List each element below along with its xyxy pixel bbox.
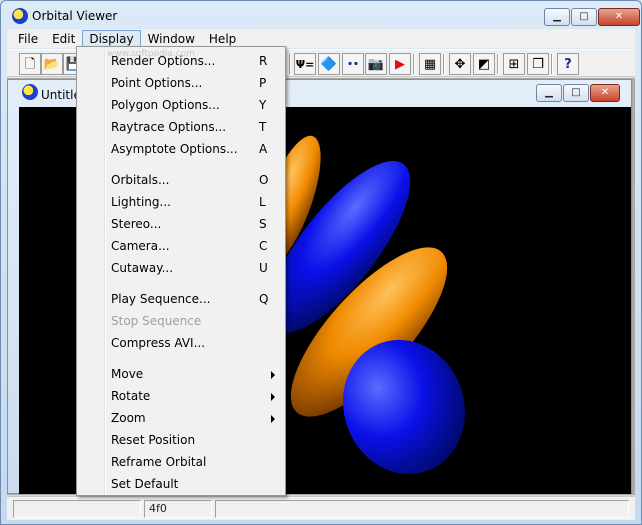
menu-item-label: Stereo... <box>111 217 162 231</box>
toolbar-separator <box>551 54 553 74</box>
menu-item-shortcut: A <box>259 142 268 156</box>
open-folder-icon[interactable]: 📂 <box>41 53 63 75</box>
display-menu: www.softpedia.com Render Options... R Poin… <box>76 46 286 496</box>
orbital-app-icon[interactable] <box>12 8 28 24</box>
menu-item-stop-sequence: Stop Sequence <box>79 310 283 332</box>
submenu-arrow-icon <box>271 393 275 401</box>
menu-item-orbitals[interactable]: Orbitals... O <box>79 169 283 191</box>
menu-item-zoom[interactable]: Zoom <box>79 407 283 429</box>
menu-item-asymptote-options[interactable]: Asymptote Options... A <box>79 138 283 160</box>
menu-item-label: Reset Position <box>111 433 196 447</box>
document-maximize-button[interactable]: □ <box>563 84 589 102</box>
window-title: Orbital Viewer <box>32 9 118 23</box>
menu-item-label: Set Default <box>111 477 179 491</box>
menu-item-play-sequence[interactable]: Play Sequence... Q <box>79 288 283 310</box>
toolbar-separator <box>443 54 445 74</box>
menu-item-shortcut: Q <box>259 292 269 306</box>
menu-item-shortcut: U <box>259 261 268 275</box>
menu-item-label: Polygon Options... <box>111 98 220 112</box>
color-palette-icon[interactable]: ▦ <box>419 53 441 75</box>
close-button[interactable]: ✕ <box>598 8 640 26</box>
toolbar-separator <box>289 54 291 74</box>
menu-item-label: Stop Sequence <box>111 314 202 328</box>
menu-item-label: Compress AVI... <box>111 336 206 350</box>
tile-horizontal-icon[interactable]: ⊞ <box>503 53 525 75</box>
document-close-button[interactable]: ✕ <box>590 84 620 102</box>
menu-item-label: Camera... <box>111 239 170 253</box>
menu-item-label: Lighting... <box>111 195 171 209</box>
maximize-button[interactable]: □ <box>571 8 597 26</box>
status-bar: 4f0 <box>7 496 635 520</box>
menu-item-shortcut: O <box>259 173 269 187</box>
psi-function-icon[interactable]: Ψ= <box>294 53 316 75</box>
menu-item-rotate[interactable]: Rotate <box>79 385 283 407</box>
camera-icon[interactable]: 📷 <box>365 53 387 75</box>
submenu-arrow-icon <box>271 415 275 423</box>
record-icon[interactable]: ▶ <box>389 53 411 75</box>
minimize-button[interactable]: ▁ <box>544 8 570 26</box>
title-bar[interactable]: Orbital Viewer ▁ □ ✕ <box>1 1 641 31</box>
menu-item-label: Asymptote Options... <box>111 142 238 156</box>
menu-window[interactable]: Window <box>141 30 202 47</box>
menu-item-compress-avi[interactable]: Compress AVI... <box>79 332 283 354</box>
menu-item-label: Move <box>111 367 144 381</box>
menu-item-move[interactable]: Move <box>79 363 283 385</box>
menu-item-label: Zoom <box>111 411 146 425</box>
status-pane-extra <box>215 500 629 518</box>
status-pane-orbital: 4f0 <box>144 500 212 518</box>
menu-item-reset-position[interactable]: Reset Position <box>79 429 283 451</box>
cascade-icon[interactable]: ❐ <box>527 53 549 75</box>
move-arrows-icon[interactable]: ✥ <box>449 53 471 75</box>
menu-help[interactable]: Help <box>202 30 243 47</box>
menu-display[interactable]: Display <box>82 30 141 47</box>
menu-item-label: Orbitals... <box>111 173 170 187</box>
status-pane-main <box>13 500 141 518</box>
menu-item-cutaway[interactable]: Cutaway... U <box>79 257 283 279</box>
menu-item-shortcut: P <box>259 76 267 90</box>
toolbar-separator <box>413 54 415 74</box>
new-file-icon[interactable]: 🗋 <box>19 53 41 75</box>
menu-item-camera[interactable]: Camera... C <box>79 235 283 257</box>
prism-icon[interactable]: 🔷 <box>318 53 340 75</box>
menu-item-label: Render Options... <box>111 54 216 68</box>
menu-item-stereo[interactable]: Stereo... S <box>79 213 283 235</box>
window-controls: ▁ □ ✕ <box>544 8 640 26</box>
menu-item-polygon-options[interactable]: Polygon Options... Y <box>79 94 283 116</box>
menu-item-lighting[interactable]: Lighting... L <box>79 191 283 213</box>
document-title: Untitle <box>41 88 81 102</box>
menu-item-shortcut: C <box>259 239 268 253</box>
help-icon[interactable]: ? <box>557 53 579 75</box>
menu-file[interactable]: File <box>11 30 45 47</box>
submenu-arrow-icon <box>271 371 275 379</box>
menu-item-render-options[interactable]: Render Options... R <box>79 50 283 72</box>
menu-item-label: Cutaway... <box>111 261 174 275</box>
document-minimize-button[interactable]: ▁ <box>536 84 562 102</box>
menu-item-label: Point Options... <box>111 76 203 90</box>
menu-item-label: Play Sequence... <box>111 292 211 306</box>
menu-item-point-options[interactable]: Point Options... P <box>79 72 283 94</box>
menu-item-shortcut: S <box>259 217 267 231</box>
menu-item-label: Rotate <box>111 389 151 403</box>
menu-item-reframe-orbital[interactable]: Reframe Orbital <box>79 451 283 473</box>
tile-icon[interactable]: ◩ <box>473 53 495 75</box>
menu-item-raytrace-options[interactable]: Raytrace Options... T <box>79 116 283 138</box>
document-icon[interactable] <box>22 84 38 100</box>
menu-item-label: Raytrace Options... <box>111 120 227 134</box>
atoms-icon[interactable]: ⚫⚫ <box>342 53 364 75</box>
toolbar-separator <box>497 54 499 74</box>
menu-item-shortcut: Y <box>259 98 267 112</box>
menu-item-shortcut: T <box>259 120 267 134</box>
menu-edit[interactable]: Edit <box>45 30 82 47</box>
document-window-controls: ▁ □ ✕ <box>536 84 620 102</box>
menu-item-shortcut: R <box>259 54 268 68</box>
menu-item-label: Reframe Orbital <box>111 455 207 469</box>
menu-item-set-default[interactable]: Set Default <box>79 473 283 495</box>
menu-item-shortcut: L <box>259 195 266 209</box>
